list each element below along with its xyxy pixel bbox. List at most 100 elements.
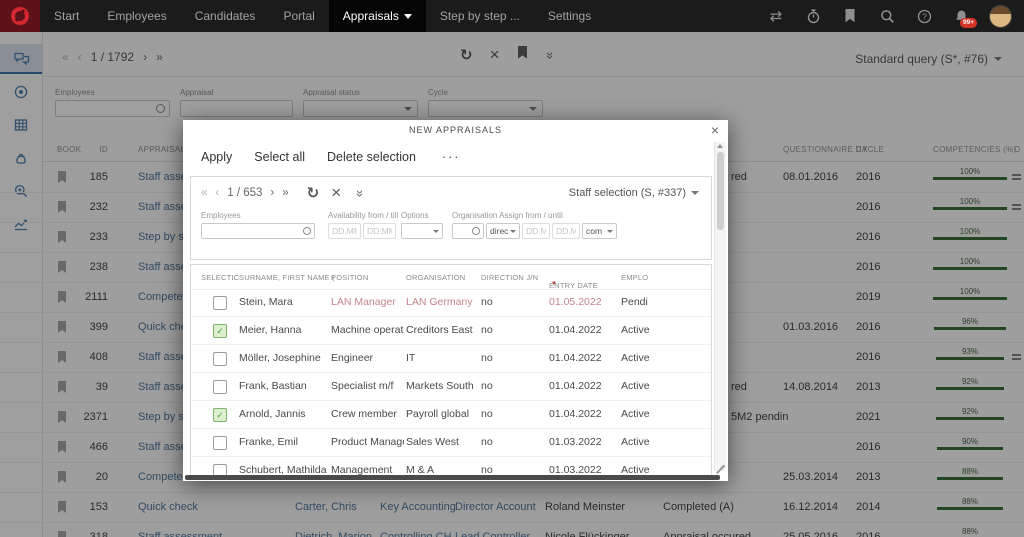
direction-value: no	[481, 408, 493, 420]
employee-position: Engineer	[331, 352, 374, 364]
delete-selection-button[interactable]: Delete selection	[327, 150, 416, 164]
availability-label: Availability from / till	[328, 211, 399, 220]
clear-icon[interactable]: ×	[331, 184, 341, 201]
search-icon[interactable]	[878, 7, 896, 25]
row-checkbox[interactable]	[213, 352, 227, 366]
nav-item-step-by-step[interactable]: Step by step ...	[426, 0, 534, 32]
employee-name: Frank, Bastian	[239, 380, 307, 392]
modal-table-row[interactable]: Stein, Mara LAN Manager LAN Germany no 01.05…	[191, 289, 711, 317]
scrollbar-thumb[interactable]	[717, 152, 724, 230]
refresh-icon[interactable]: ↻	[307, 184, 320, 202]
direction-value: no	[481, 352, 493, 364]
page-indicator: 1 / 653	[227, 187, 263, 199]
availability-till-input[interactable]	[364, 224, 395, 238]
header-employment[interactable]: EMPLO	[621, 273, 648, 282]
collapse-icon[interactable]: «	[351, 189, 366, 196]
modal-table-row[interactable]: ✓ Meier, Hanna Machine operatc Creditors Ea…	[191, 317, 711, 345]
employee-organisation: Sales West	[406, 436, 459, 448]
employee-organisation: Creditors East	[406, 324, 473, 336]
top-nav: Start Employees Candidates Portal Appraisals…	[0, 0, 1024, 32]
row-checkbox[interactable]	[213, 296, 227, 310]
employee-position: Machine operatc	[331, 324, 404, 336]
nav-item-candidates[interactable]: Candidates	[181, 0, 270, 32]
modal-table-row[interactable]: Schubert, Mathilda Management M & A no 01.03…	[191, 457, 711, 475]
modal-table-body: Stein, Mara LAN Manager LAN Germany no 01.05…	[191, 289, 711, 475]
select-all-button[interactable]: Select all	[254, 150, 305, 164]
modal-table-header: SELECTIC SURNAME, FIRST NAME ( POSITION …	[191, 265, 711, 290]
employee-position: LAN Manager	[331, 296, 396, 308]
nav-item-portal[interactable]: Portal	[269, 0, 328, 32]
svg-text:?: ?	[922, 11, 927, 21]
employee-position: Crew member	[331, 408, 397, 420]
modal-query-selector[interactable]: Staff selection (S, #337)	[569, 187, 699, 199]
modal-table-panel: SELECTIC SURNAME, FIRST NAME ( POSITION …	[190, 264, 712, 476]
assign-until-input[interactable]	[553, 224, 579, 238]
compare-arrows-icon[interactable]: ⇄	[767, 7, 785, 25]
last-page-button[interactable]: »	[282, 187, 288, 199]
modal-table-row[interactable]: Franke, Emil Product Manage Sales West no 01…	[191, 429, 711, 457]
modal-table-row[interactable]: Möller, Josephine Engineer IT no 01.04.2022 A…	[191, 345, 711, 373]
new-appraisals-modal: NEW APPRAISALS × Apply Select all Delete…	[183, 120, 728, 481]
row-checkbox[interactable]	[213, 380, 227, 394]
modal-filter-employees: Employees	[201, 211, 315, 239]
completion-select-value: com	[586, 226, 603, 236]
employee-name: Franke, Emil	[239, 436, 298, 448]
notifications-bell-icon[interactable]: 99+	[952, 7, 977, 28]
scroll-up-icon[interactable]	[717, 144, 723, 148]
options-label: Options	[401, 211, 429, 220]
prev-page-button[interactable]: ‹	[215, 187, 219, 199]
assign-from-input[interactable]	[523, 224, 549, 238]
bookmark-icon[interactable]	[841, 7, 859, 25]
stopwatch-icon[interactable]	[804, 7, 822, 25]
chevron-down-icon	[403, 14, 412, 19]
modal-table-row[interactable]: Frank, Bastian Specialist m/f Markets Sout…	[191, 373, 711, 401]
options-select[interactable]	[401, 223, 443, 239]
row-checkbox[interactable]: ✓	[213, 408, 227, 422]
nav-item-settings[interactable]: Settings	[534, 0, 605, 32]
brand-logo[interactable]	[0, 0, 40, 32]
direction-select[interactable]: direc	[486, 223, 520, 239]
modal-filter-options: Options	[401, 211, 443, 239]
checkbox-cell: ✓	[213, 408, 227, 422]
more-actions-button[interactable]: ···	[442, 150, 461, 164]
modal-title: NEW APPRAISALS	[408, 125, 503, 135]
checkbox-cell	[213, 380, 227, 394]
header-position[interactable]: POSITION	[331, 273, 368, 282]
modal-close-icon[interactable]: ×	[711, 123, 719, 137]
main-page: « ‹ 1 / 1792 › » ↻ × « Standard query (S…	[0, 32, 1024, 537]
modal-resize-handle[interactable]	[715, 463, 725, 474]
checkbox-cell	[213, 352, 227, 366]
modal-vertical-scrollbar[interactable]	[714, 142, 726, 471]
modal-employees-input[interactable]	[202, 224, 314, 238]
header-direction[interactable]: DIRECTION J/N	[481, 273, 538, 282]
nav-item-appraisals[interactable]: Appraisals	[328, 0, 426, 32]
entry-date: 01.04.2022	[549, 408, 602, 420]
modal-filter-organisation: Organisation Assign from / until direc c…	[452, 211, 617, 239]
user-avatar[interactable]	[989, 4, 1012, 28]
entry-date: 01.05.2022	[549, 296, 602, 308]
apply-button[interactable]: Apply	[201, 150, 232, 164]
rexx-logo-icon	[11, 7, 29, 25]
header-surname[interactable]: SURNAME, FIRST NAME (	[239, 273, 335, 282]
header-organisation[interactable]: ORGANISATION	[406, 273, 465, 282]
nav-right-icons: ⇄ ? 99+	[767, 4, 1024, 28]
completion-select[interactable]: com	[582, 223, 617, 239]
availability-from-input[interactable]	[329, 224, 360, 238]
header-selection[interactable]: SELECTIC	[201, 273, 239, 282]
next-page-button[interactable]: ›	[270, 187, 274, 199]
row-checkbox[interactable]	[213, 436, 227, 450]
nav-item-start[interactable]: Start	[40, 0, 93, 32]
direction-value: no	[481, 380, 493, 392]
nav-item-employees[interactable]: Employees	[93, 0, 180, 32]
employment-status: Active	[621, 380, 650, 392]
modal-filter-availability: Availability from / till	[328, 211, 398, 239]
employment-status: Active	[621, 436, 650, 448]
employment-status: Pendi	[621, 296, 648, 308]
help-icon[interactable]: ?	[915, 7, 933, 25]
checkbox-cell	[213, 436, 227, 450]
direction-select-value: direc	[490, 226, 509, 236]
first-page-button[interactable]: «	[201, 187, 207, 199]
row-checkbox[interactable]: ✓	[213, 324, 227, 338]
modal-table-row[interactable]: ✓ Arnold, Jannis Crew member Payroll global…	[191, 401, 711, 429]
modal-horizontal-scrollbar[interactable]	[185, 475, 720, 480]
